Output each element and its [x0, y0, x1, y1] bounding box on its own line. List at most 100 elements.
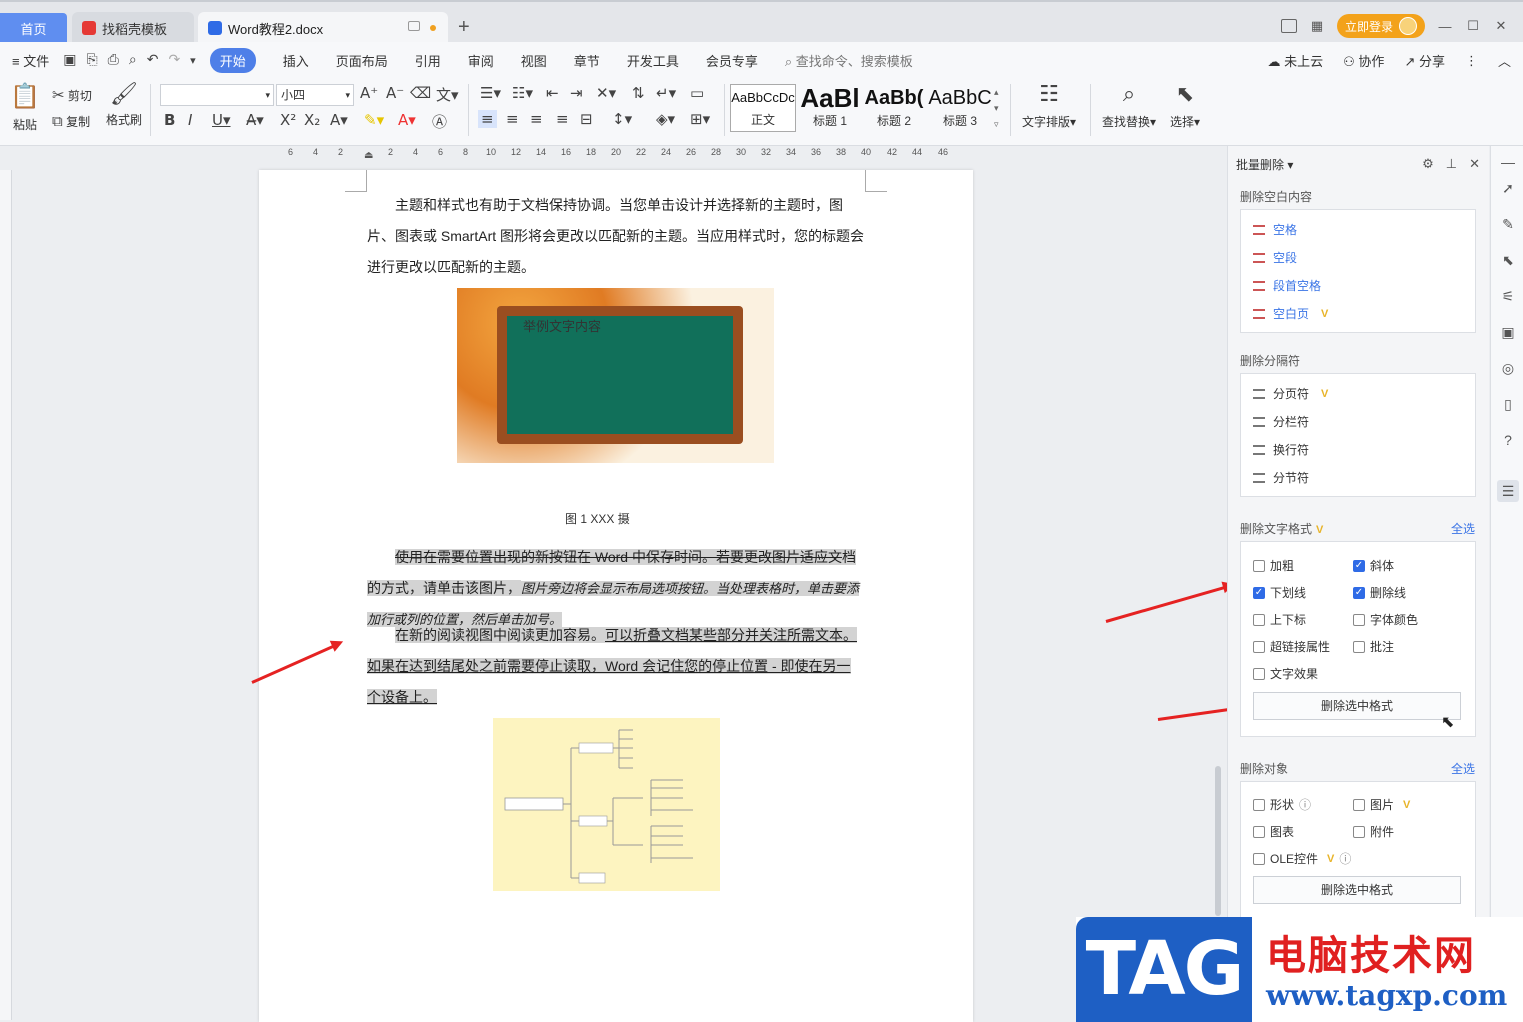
char-border-icon[interactable]: Ⓐ	[432, 111, 447, 132]
image-tool-icon[interactable]: ▣	[1500, 324, 1516, 340]
checkbox-chart-box[interactable]	[1253, 825, 1265, 838]
menu-vip[interactable]: 会员专享	[706, 51, 758, 70]
find-replace-button[interactable]: ⌕ 查找替换▾	[1102, 82, 1156, 130]
menu-file[interactable]: ≡ 文件	[12, 51, 49, 70]
checkbox-attachment-box[interactable]	[1353, 825, 1365, 838]
collab-button[interactable]: ⚇ 协作	[1343, 51, 1384, 70]
checkbox-attachment[interactable]: 附件	[1353, 823, 1394, 840]
delete-format-button[interactable]: 删除选中格式	[1253, 692, 1461, 720]
vertical-ruler[interactable]	[0, 170, 12, 1020]
checkbox-picture[interactable]: 图片 V	[1353, 796, 1410, 813]
redo-icon[interactable]: ↷	[168, 52, 180, 68]
paste-button[interactable]: 📋 粘贴	[8, 82, 42, 133]
checkbox-shape-box[interactable]	[1253, 798, 1265, 811]
grid-icon[interactable]: ▦	[1309, 18, 1325, 34]
menu-dev-tools[interactable]: 开发工具	[627, 51, 679, 70]
checkbox-chart[interactable]: 图表	[1253, 823, 1294, 840]
tab-home[interactable]: 首页	[0, 13, 67, 43]
panel-title[interactable]: 批量删除 ▾	[1236, 156, 1293, 173]
menu-review[interactable]: 审阅	[468, 51, 494, 70]
outdent-icon[interactable]: ⇤	[546, 84, 559, 102]
delete-object-button[interactable]: 删除选中格式	[1253, 876, 1461, 904]
cloud-button[interactable]: ☁ 未上云	[1268, 51, 1324, 70]
book-icon[interactable]: ▯	[1500, 396, 1516, 412]
menu-chapter[interactable]: 章节	[574, 51, 600, 70]
delete-page-breaks[interactable]: 分页符 V	[1253, 385, 1328, 402]
info-icon[interactable]: ⓘ	[1339, 850, 1351, 867]
save-icon[interactable]: ▣	[63, 52, 76, 68]
style-heading-1[interactable]: AaBl 标题 1	[798, 84, 862, 132]
clear-format-icon[interactable]: ⌫	[410, 84, 431, 102]
indent-icon[interactable]: ⇥	[570, 84, 583, 102]
select-button[interactable]: ⬉ 选择▾	[1170, 82, 1200, 130]
sort-icon[interactable]: ⇅	[632, 84, 645, 102]
info-icon[interactable]: ⓘ	[1299, 796, 1311, 813]
object-select-all[interactable]: 全选	[1451, 760, 1475, 777]
align-right-icon[interactable]: ≡	[530, 110, 543, 128]
cut-button[interactable]: ✂ 剪切	[52, 86, 92, 104]
checkbox-hyperlink-box[interactable]	[1253, 640, 1265, 653]
export-icon[interactable]: ⎘	[86, 52, 97, 68]
delete-line-breaks[interactable]: 换行符	[1253, 441, 1309, 458]
tab-template[interactable]: 找稻壳模板	[72, 12, 194, 44]
style-normal[interactable]: AaBbCcDc 正文	[730, 84, 796, 132]
italic-icon[interactable]: I	[188, 111, 192, 129]
menu-reference[interactable]: 引用	[415, 51, 441, 70]
batch-delete-icon[interactable]: ☰	[1497, 480, 1519, 502]
justify-icon[interactable]: ≡	[556, 110, 569, 128]
help-icon[interactable]: ?	[1500, 432, 1516, 448]
font-shrink-icon[interactable]: A⁻	[386, 84, 404, 102]
maximize-icon[interactable]: ☐	[1465, 18, 1481, 34]
login-button[interactable]: 立即登录	[1336, 14, 1425, 38]
new-tab-icon[interactable]: +	[458, 16, 470, 39]
text-effect-icon[interactable]: A▾	[330, 111, 348, 129]
delete-column-breaks[interactable]: 分栏符	[1253, 413, 1309, 430]
checkbox-bold[interactable]: 加粗	[1253, 557, 1294, 574]
checkbox-comment[interactable]: 批注	[1353, 638, 1394, 655]
paragraph-3[interactable]: 在新的阅读视图中阅读更加容易。可以折叠文档某些部分并关注所需文本。如果在达到结尾…	[367, 620, 864, 713]
location-icon[interactable]: ◎	[1500, 360, 1516, 376]
menu-start[interactable]: 开始	[209, 47, 256, 73]
checkbox-picture-box[interactable]	[1353, 798, 1365, 811]
panel-close-icon[interactable]: ✕	[1469, 156, 1480, 172]
style-heading-2[interactable]: AaBb( 标题 2	[862, 84, 926, 132]
mindmap-image[interactable]	[493, 718, 720, 891]
delete-leading-spaces[interactable]: 段首空格	[1253, 277, 1321, 294]
print-icon[interactable]: ⎙	[108, 52, 119, 68]
styles-scroll[interactable]: ▴ ▾ ▿	[994, 84, 999, 132]
pointer-icon[interactable]: ⬉	[1500, 252, 1516, 268]
font-name-select[interactable]: ▾	[160, 84, 274, 106]
distribute-icon[interactable]: ⊟	[580, 110, 593, 128]
copy-button[interactable]: ⧉ 复制	[52, 112, 90, 130]
strikethrough-icon[interactable]: A̶▾	[246, 111, 264, 129]
preview-icon[interactable]: ⌕	[129, 52, 137, 68]
checkbox-comment-box[interactable]	[1353, 640, 1365, 653]
highlight-icon[interactable]: ✎▾	[364, 111, 384, 129]
settings-icon[interactable]: ⚙	[1422, 156, 1434, 172]
shading-icon[interactable]: ◈▾	[656, 110, 675, 128]
pin-icon[interactable]: ⊥	[1446, 156, 1457, 172]
blackboard-image[interactable]: 举例文字内容	[457, 288, 774, 463]
numbering-icon[interactable]: ☷▾	[512, 84, 533, 102]
command-search[interactable]: ⌕ 查找命令、搜索模板	[785, 51, 913, 70]
table-line-icon[interactable]: ▭	[690, 84, 704, 102]
document-page[interactable]: 主题和样式也有助于文档保持协调。当您单击设计并选择新的主题时，图片、图表或 Sm…	[259, 170, 973, 1022]
close-icon[interactable]: ✕	[1493, 18, 1509, 34]
more-icon[interactable]: ⋮	[1465, 53, 1478, 69]
ruler-indent-marker[interactable]: ⏏	[364, 150, 373, 161]
format-select-all[interactable]: 全选	[1451, 520, 1475, 537]
checkbox-text-effect[interactable]: 文字效果	[1253, 665, 1318, 682]
font-grow-icon[interactable]: A⁺	[360, 84, 378, 102]
paragraph-1[interactable]: 主题和样式也有助于文档保持协调。当您单击设计并选择新的主题时，图片、图表或 Sm…	[367, 190, 864, 283]
checkbox-strikethrough-box[interactable]: ✓	[1353, 586, 1365, 599]
checkbox-italic[interactable]: ✓ 斜体	[1353, 557, 1394, 574]
checkbox-hyperlink[interactable]: 超链接属性	[1253, 638, 1330, 655]
superscript-icon[interactable]: X²	[280, 111, 296, 129]
rocket-icon[interactable]: ➚	[1500, 180, 1516, 196]
checkbox-super-sub-box[interactable]	[1253, 613, 1265, 626]
checkbox-bold-box[interactable]	[1253, 559, 1265, 572]
bullets-icon[interactable]: ☰▾	[480, 84, 501, 102]
checkbox-text-effect-box[interactable]	[1253, 667, 1265, 680]
pen-icon[interactable]: ✎	[1500, 216, 1516, 232]
layout-icon[interactable]	[1280, 19, 1297, 33]
